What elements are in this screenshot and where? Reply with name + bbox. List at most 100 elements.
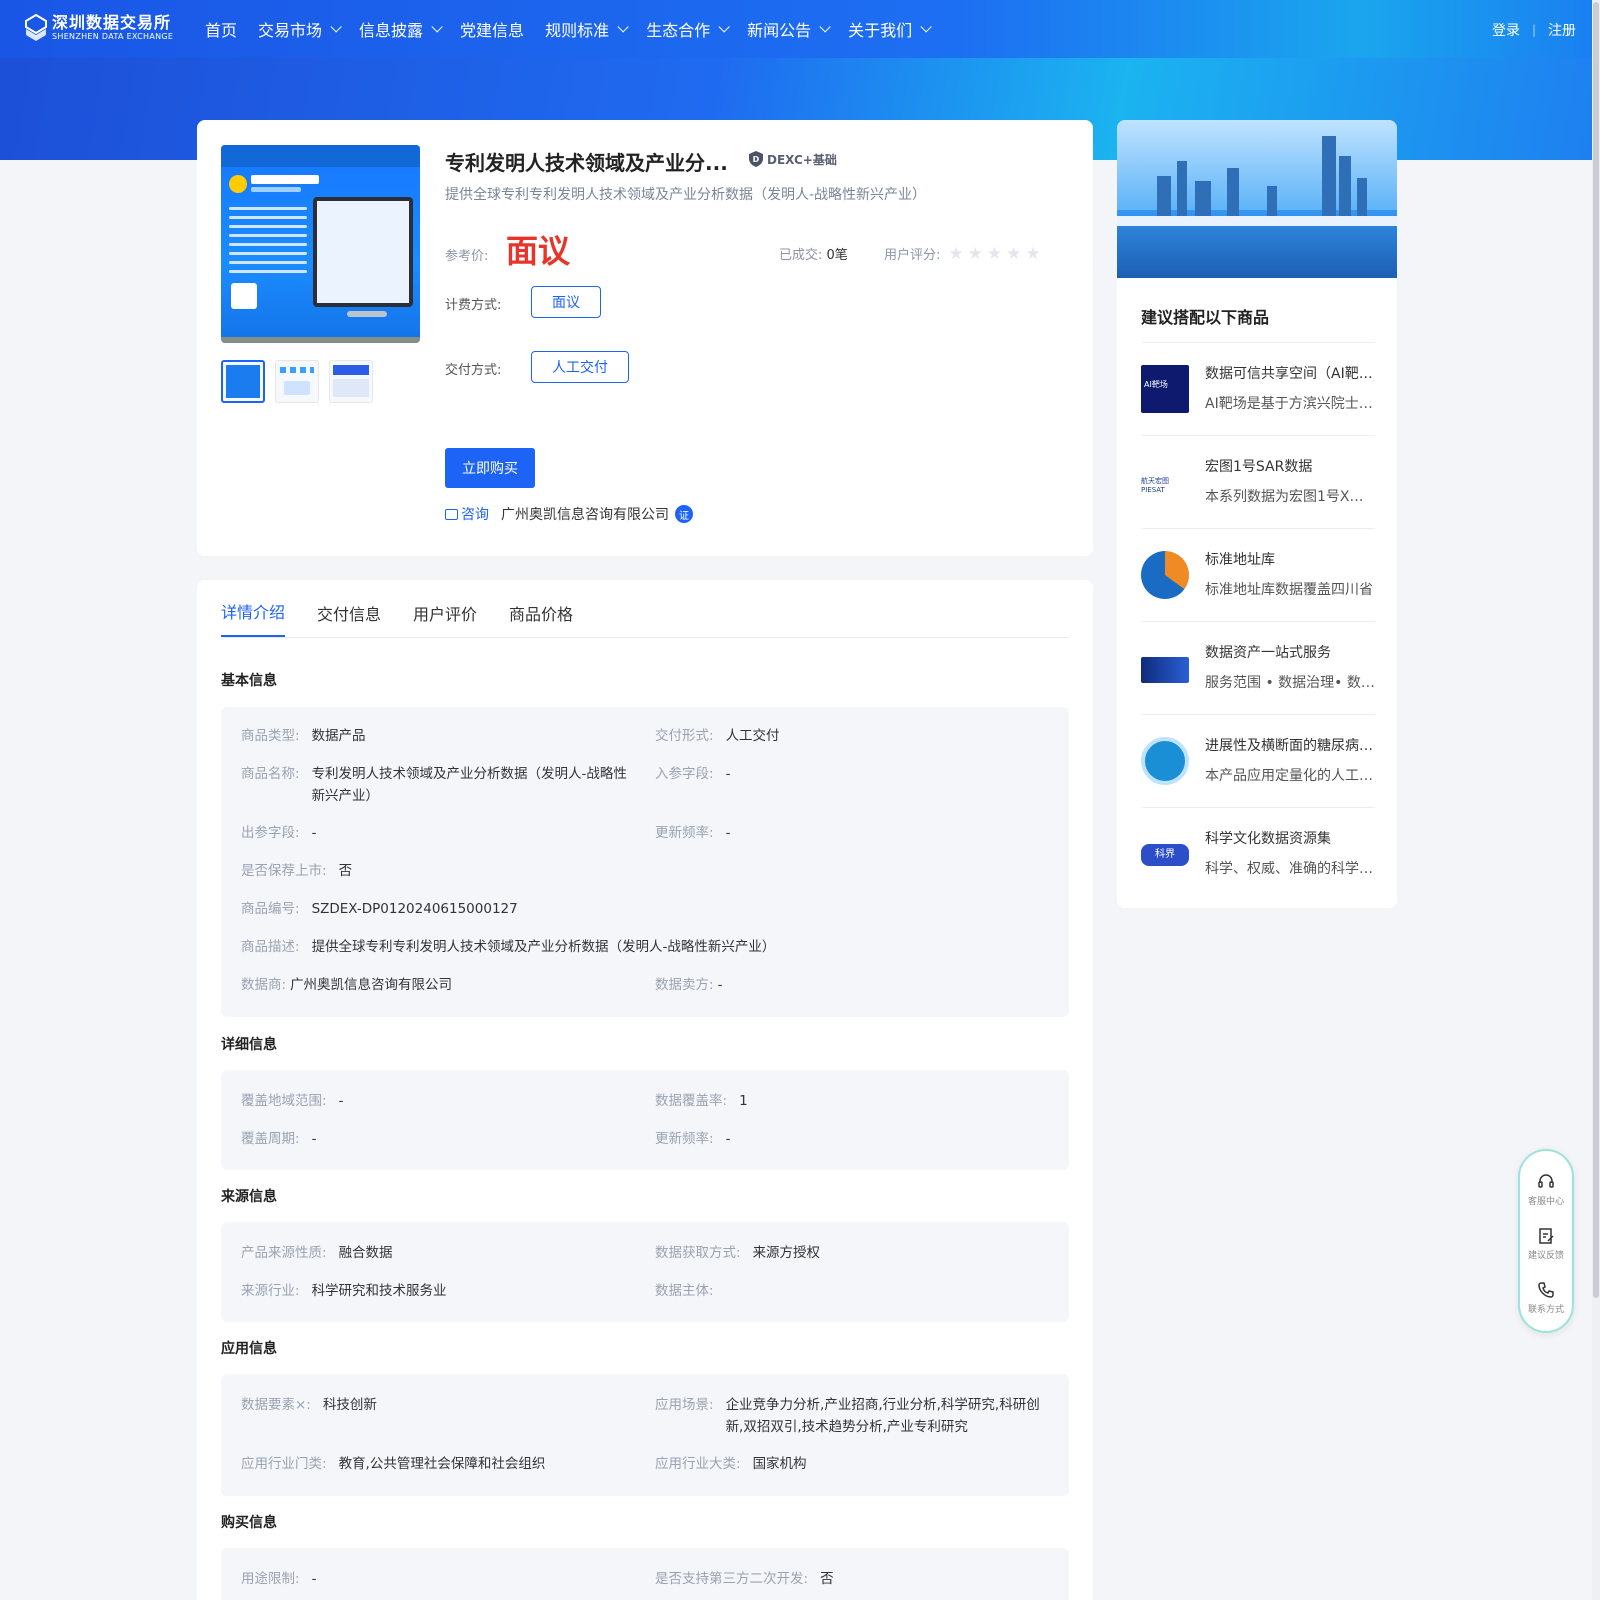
star-icon: ★ bbox=[986, 243, 1003, 264]
kv-key: 应用行业大类: bbox=[655, 1456, 741, 1472]
kv-value: 否 bbox=[338, 863, 353, 879]
recommend-thumb: 航天宏图 PIESAT bbox=[1141, 458, 1189, 506]
kv-value: 融合数据 bbox=[338, 1245, 393, 1261]
recommend-item[interactable]: 航天宏图 PIESAT 宏图1号SAR数据 本系列数据为宏图1号X波段 bbox=[1141, 435, 1375, 528]
company-name[interactable]: 广州奥凯信息咨询有限公司 bbox=[501, 504, 669, 524]
feedback-button[interactable]: 建议反馈 bbox=[1520, 1227, 1572, 1261]
recommend-thumb bbox=[1141, 657, 1189, 683]
kv-key: 应用场景: bbox=[655, 1397, 714, 1413]
dexc-badge-label: DEXC+基础 bbox=[767, 152, 837, 167]
thumbnail-2[interactable] bbox=[275, 360, 319, 403]
recommend-title: 建议搭配以下商品 bbox=[1141, 308, 1270, 327]
section-title-purchase: 购买信息 bbox=[221, 1515, 277, 1531]
deals-count: 已成交: 0笔 bbox=[779, 244, 848, 263]
recommend-item[interactable]: AI靶场 数据可信共享空间（AI靶场） AI靶场是基于方滨兴院士团队 bbox=[1141, 342, 1375, 435]
kv-app-industry-gate: 应用行业门类: 教育,公共管理社会保障和社会组织 bbox=[241, 1453, 545, 1475]
price-value: 面议 bbox=[506, 232, 571, 270]
logo-mark-icon bbox=[24, 13, 48, 42]
city-banner-image bbox=[1117, 120, 1397, 278]
nav-rules[interactable]: 规则标准 bbox=[545, 17, 629, 41]
scrollbar-thumb[interactable] bbox=[1593, 2, 1599, 1298]
thumbnail-3[interactable] bbox=[329, 360, 373, 403]
tab-details[interactable]: 详情介绍 bbox=[221, 599, 286, 637]
kv-product-code: 商品编号: SZDEX-DP0120240615000127 bbox=[241, 898, 518, 920]
recommend-item[interactable]: 进展性及横断面的糖尿病视网膜 本产品应用定量化的人工智能 bbox=[1141, 714, 1375, 807]
tab-price[interactable]: 商品价格 bbox=[509, 601, 573, 637]
recommend-thumb bbox=[1141, 737, 1189, 785]
chevron-down-icon bbox=[920, 21, 932, 33]
customer-service-button[interactable]: 客服中心 bbox=[1520, 1173, 1572, 1207]
thumbnail-1[interactable] bbox=[221, 360, 265, 403]
kv-value: 企业竞争力分析,产业招商,行业分析,科学研究,科研创新,双招双引,技术趋势分析,… bbox=[725, 1397, 1040, 1435]
register-link[interactable]: 注册 bbox=[1548, 20, 1576, 40]
nav-party[interactable]: 党建信息 bbox=[460, 17, 524, 41]
kv-value: - bbox=[725, 1131, 731, 1147]
tab-reviews[interactable]: 用户评价 bbox=[413, 601, 477, 637]
kv-key: 应用行业门类: bbox=[241, 1456, 327, 1472]
site-logo[interactable]: 深圳数据交易所 SHENZHEN DATA EXCHANGE bbox=[24, 14, 173, 42]
kv-delivery-form: 交付形式: 人工交付 bbox=[655, 725, 780, 747]
logo-en-text: SHENZHEN DATA EXCHANGE bbox=[52, 32, 174, 41]
recommend-name: 数据资产一站式服务 bbox=[1205, 645, 1331, 661]
kv-key: 数据商: bbox=[241, 977, 287, 993]
kv-acquire-method: 数据获取方式: 来源方授权 bbox=[655, 1242, 820, 1264]
contact-button[interactable]: 联系方式 bbox=[1520, 1281, 1572, 1315]
application-info-panel: 数据要素×: 科技创新 应用场景: 企业竞争力分析,产业招商,行业分析,科学研究,科… bbox=[221, 1374, 1069, 1496]
delivery-option[interactable]: 人工交付 bbox=[531, 351, 629, 383]
billing-option[interactable]: 面议 bbox=[531, 286, 601, 318]
kv-seller: 数据卖方: - bbox=[655, 974, 722, 996]
kv-key: 数据覆盖率: bbox=[655, 1093, 728, 1109]
kv-update-frequency: 更新频率: - bbox=[655, 822, 730, 844]
kv-key: 数据主体: bbox=[655, 1283, 714, 1299]
kv-key: 更新频率: bbox=[655, 1131, 714, 1147]
nav-label: 关于我们 bbox=[848, 21, 913, 40]
kv-value: - bbox=[311, 1131, 317, 1147]
nav-news[interactable]: 新闻公告 bbox=[747, 17, 831, 41]
floating-service-bar: 客服中心 建议反馈 联系方式 bbox=[1518, 1149, 1574, 1333]
recommend-desc: 本产品应用定量化的人工智能 bbox=[1205, 768, 1375, 784]
kv-period: 覆盖周期: - bbox=[241, 1128, 316, 1150]
nav-market[interactable]: 交易市场 bbox=[258, 17, 342, 41]
tab-delivery[interactable]: 交付信息 bbox=[317, 601, 381, 637]
star-icon: ★ bbox=[1006, 243, 1022, 264]
buy-now-button[interactable]: 立即购买 bbox=[445, 448, 535, 488]
recommend-desc: 本系列数据为宏图1号X波段 bbox=[1205, 489, 1375, 505]
nav-about[interactable]: 关于我们 bbox=[848, 17, 932, 41]
main-nav: 首页 交易市场 信息披露 党建信息 规则标准 生态合作 新闻公告 关于我们 bbox=[205, 0, 949, 58]
consult-link[interactable]: 咨询 bbox=[445, 504, 489, 524]
kv-key: 商品类型: bbox=[241, 728, 300, 744]
purchase-info-panel: 用途限制: - 是否支持第三方二次开发: 否 bbox=[221, 1548, 1069, 1600]
recommend-desc: 科学、权威、准确的科学文化 bbox=[1205, 861, 1375, 877]
detail-tabs: 详情介绍 交付信息 用户评价 商品价格 bbox=[221, 580, 1069, 638]
recommend-name: 科学文化数据资源集 bbox=[1205, 831, 1331, 847]
kv-value: 科技创新 bbox=[322, 1397, 377, 1413]
login-link[interactable]: 登录 bbox=[1492, 20, 1520, 40]
kv-key: 覆盖地域范围: bbox=[241, 1093, 327, 1109]
recommend-name: 宏图1号SAR数据 bbox=[1205, 459, 1313, 475]
float-label: 客服中心 bbox=[1527, 1197, 1564, 1207]
nav-label: 首页 bbox=[205, 21, 238, 40]
nav-ecosystem[interactable]: 生态合作 bbox=[646, 17, 730, 41]
kv-key: 商品名称: bbox=[241, 766, 300, 782]
kv-value: - bbox=[311, 825, 317, 841]
thumbnail-strip bbox=[221, 360, 383, 403]
svg-text:D: D bbox=[753, 155, 760, 164]
product-main-image[interactable] bbox=[221, 145, 420, 343]
chevron-down-icon bbox=[617, 21, 629, 33]
kv-value: 数据产品 bbox=[311, 728, 366, 744]
page-scrollbar[interactable] bbox=[1592, 0, 1600, 1600]
chat-icon bbox=[445, 508, 458, 520]
recommend-item[interactable]: 科界 科学文化数据资源集 科学、权威、准确的科学文化 bbox=[1141, 807, 1375, 900]
delivery-label: 交付方式: bbox=[445, 363, 502, 378]
auth-links: 登录 | 注册 bbox=[1492, 20, 1576, 40]
section-title-detail: 详细信息 bbox=[221, 1037, 277, 1053]
recommend-item[interactable]: 标准地址库 标准地址库数据覆盖四川省 bbox=[1141, 528, 1375, 621]
dexc-badge: D DEXC+基础 bbox=[748, 150, 837, 168]
recommend-item[interactable]: 数据资产一站式服务 服务范围 • 数据治理• 数据资产 bbox=[1141, 621, 1375, 714]
nav-disclosure[interactable]: 信息披露 bbox=[359, 17, 443, 41]
section-title-basic: 基本信息 bbox=[221, 673, 277, 689]
nav-home[interactable]: 首页 bbox=[205, 17, 237, 41]
kv-key: 数据卖方: bbox=[655, 977, 714, 993]
kv-key: 是否保荐上市: bbox=[241, 863, 327, 879]
product-description: 提供全球专利专利发明人技术领域及产业分析数据（发明人-战略性新兴产业） bbox=[445, 187, 927, 203]
